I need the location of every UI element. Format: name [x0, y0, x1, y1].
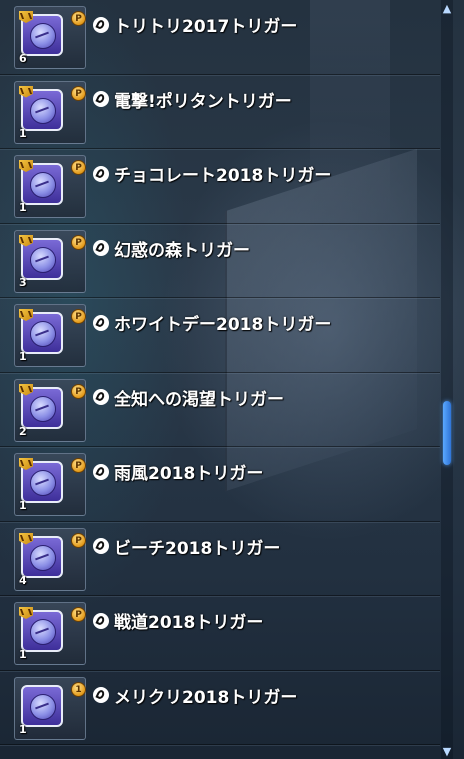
list-item[interactable]: 1 P ホワイトデー2018トリガー: [0, 298, 440, 373]
rarity-badge-icon: P: [71, 383, 86, 399]
item-name-label: 雨風2018トリガー: [114, 464, 264, 484]
item-name: 幻惑の森トリガー: [93, 236, 250, 261]
item-count: 1: [19, 722, 27, 736]
rarity-badge-icon: P: [71, 11, 86, 26]
list-item[interactable]: 4 P ビーチ2018トリガー: [0, 522, 440, 596]
item-name-label: トリトリ2017トリガー: [114, 17, 298, 37]
item-slot[interactable]: 1P: [14, 80, 86, 144]
scrollbar-thumb[interactable]: [443, 400, 451, 465]
key-type-icon: [93, 389, 109, 405]
key-type-icon: [93, 463, 109, 480]
key-type-icon: [93, 165, 109, 182]
item-slot[interactable]: 4P: [14, 527, 86, 591]
disc-graphic: [30, 321, 56, 347]
item-count: 3: [19, 275, 27, 289]
item-slot[interactable]: 1P: [14, 304, 86, 367]
list-item[interactable]: 3 P 幻惑の森トリガー: [0, 224, 440, 298]
item-count: 1: [19, 201, 27, 214]
disc-graphic: [30, 23, 56, 49]
rarity-badge-icon: P: [71, 85, 86, 101]
rarity-badge-icon: P: [71, 160, 86, 175]
scrollbar[interactable]: ▲ ▼: [441, 0, 453, 759]
item-slot[interactable]: 6P: [14, 6, 86, 69]
item-name: 全知への渇望トリガー: [93, 385, 284, 410]
item-slot[interactable]: 1P: [14, 155, 86, 218]
item-count: 1: [19, 499, 27, 512]
disc-graphic: [30, 693, 56, 720]
key-type-icon: [93, 91, 109, 107]
key-type-icon: [93, 538, 109, 554]
item-name: 戦道2018トリガー: [93, 608, 263, 633]
key-type-icon: [93, 314, 109, 331]
disc-graphic: [30, 246, 56, 273]
scroll-down-arrow-icon[interactable]: ▼: [441, 745, 453, 759]
item-name-label: 戦道2018トリガー: [114, 613, 264, 633]
item-count: 1: [19, 648, 27, 661]
disc-graphic: [30, 470, 56, 496]
item-count: 1: [19, 350, 27, 363]
item-name: メリクリ2018トリガー: [93, 683, 297, 708]
list-item[interactable]: 2 P 全知への渇望トリガー: [0, 373, 440, 447]
item-slot[interactable]: 11: [14, 676, 86, 740]
disc-graphic: [30, 97, 56, 124]
item-slot[interactable]: 3P: [14, 229, 86, 293]
disc-graphic: [30, 172, 56, 198]
trigger-disc-icon: [21, 684, 63, 727]
item-name-label: 電撃!ポリタントリガー: [114, 91, 292, 112]
rarity-badge-icon: P: [71, 532, 86, 548]
item-name: ホワイトデー2018トリガー: [93, 310, 331, 335]
item-name: チョコレート2018トリガー: [93, 161, 331, 186]
scroll-up-arrow-icon[interactable]: ▲: [441, 2, 453, 16]
item-name-label: メリクリ2018トリガー: [114, 687, 298, 708]
item-list: 6 P トリトリ2017トリガー 1 P 電撃!ポリタントリガー 1 P チョコレート2018ト…: [0, 0, 440, 745]
rarity-badge-icon: P: [71, 607, 86, 622]
key-type-icon: [93, 612, 109, 629]
key-type-icon: [93, 16, 109, 33]
list-item[interactable]: 1 P 電撃!ポリタントリガー: [0, 75, 440, 149]
list-item[interactable]: 1 P チョコレート2018トリガー: [0, 149, 440, 224]
key-type-icon: [93, 687, 109, 703]
item-name: トリトリ2017トリガー: [93, 12, 297, 37]
item-slot[interactable]: 2P: [14, 378, 86, 442]
rarity-badge-icon: P: [71, 458, 86, 473]
item-list-panel: 6 P トリトリ2017トリガー 1 P 電撃!ポリタントリガー 1 P チョコレート2018ト…: [0, 0, 464, 759]
item-name: 雨風2018トリガー: [93, 459, 263, 484]
list-item[interactable]: 1 P 雨風2018トリガー: [0, 447, 440, 522]
rarity-badge-icon: P: [71, 234, 86, 250]
disc-graphic: [30, 619, 56, 645]
item-name-label: 全知への渇望トリガー: [114, 389, 284, 410]
item-count: 2: [19, 424, 27, 438]
item-slot[interactable]: 1P: [14, 453, 86, 516]
item-name-label: 幻惑の森トリガー: [114, 240, 250, 261]
rarity-badge-icon: 1: [71, 681, 86, 697]
item-name-label: チョコレート2018トリガー: [114, 166, 332, 186]
rarity-badge-icon: P: [71, 309, 86, 324]
item-name-label: ホワイトデー2018トリガー: [114, 315, 332, 335]
item-count: 6: [19, 52, 27, 65]
item-name: 電撃!ポリタントリガー: [93, 87, 292, 112]
disc-graphic: [30, 395, 56, 422]
item-count: 4: [19, 573, 27, 587]
disc-graphic: [30, 544, 56, 571]
item-name: ビーチ2018トリガー: [93, 534, 280, 559]
key-type-icon: [93, 240, 109, 256]
list-item[interactable]: 6 P トリトリ2017トリガー: [0, 0, 440, 75]
item-name-label: ビーチ2018トリガー: [114, 538, 281, 559]
item-count: 1: [19, 126, 27, 140]
list-item[interactable]: 1 1 メリクリ2018トリガー: [0, 671, 440, 745]
list-item[interactable]: 1 P 戦道2018トリガー: [0, 596, 440, 671]
item-slot[interactable]: 1P: [14, 602, 86, 665]
